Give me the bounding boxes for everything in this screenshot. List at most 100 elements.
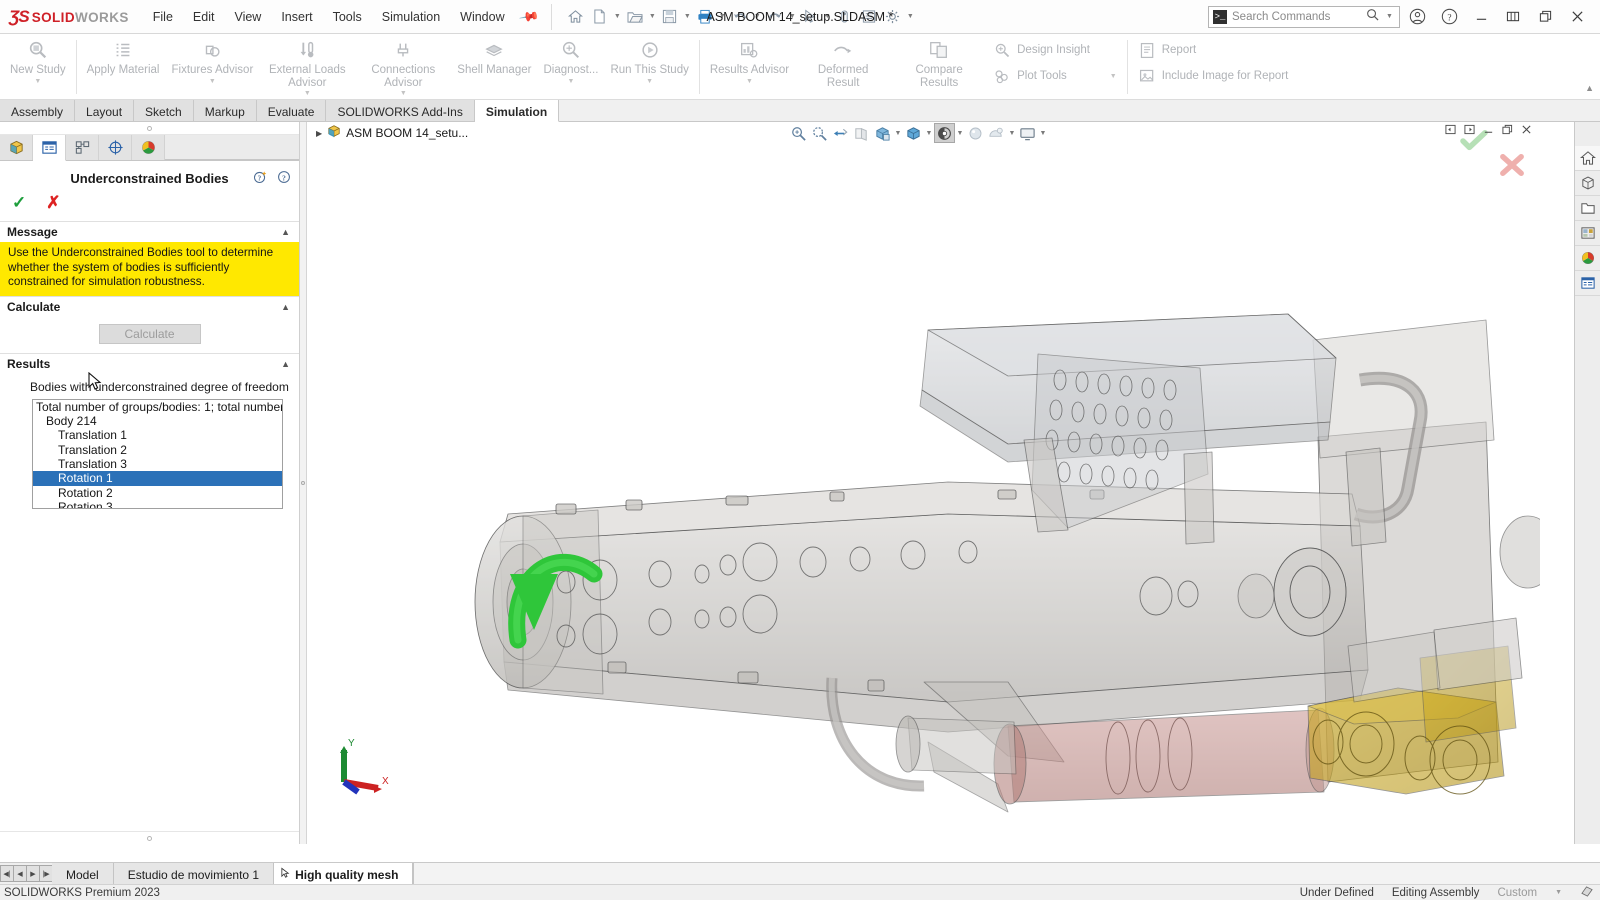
- list-item[interactable]: Total number of groups/bodies: 1; total …: [33, 400, 282, 414]
- panel-bottom-grip[interactable]: [0, 831, 299, 844]
- ribbon-results-advisor[interactable]: Results Advisor ▼: [704, 34, 795, 85]
- panel-splitter[interactable]: [300, 122, 307, 844]
- tab-evaluate[interactable]: Evaluate: [257, 100, 327, 121]
- search-input[interactable]: Search Commands: [1232, 11, 1361, 23]
- ribbon-shell-manager[interactable]: Shell Manager: [451, 34, 537, 77]
- list-item[interactable]: Translation 2: [33, 443, 282, 457]
- taskpane-design-library[interactable]: [1575, 171, 1600, 196]
- chevron-down-icon[interactable]: ▼: [955, 130, 965, 137]
- chevron-down-icon[interactable]: ▼: [646, 78, 653, 85]
- section-header-results[interactable]: Results ▲: [0, 353, 299, 374]
- last-icon[interactable]: |▶: [39, 865, 53, 882]
- calculate-button[interactable]: Calculate: [99, 324, 201, 344]
- print-icon[interactable]: [693, 5, 717, 29]
- flyout-feature-tree[interactable]: ▶ ASM BOOM 14_setu...: [308, 124, 468, 143]
- bottom-tab-high-quality-mesh[interactable]: High quality mesh: [274, 863, 413, 884]
- ribbon-diagnostics[interactable]: Diagnost... ▼: [537, 34, 604, 85]
- chevron-down-icon[interactable]: ▼: [567, 78, 574, 85]
- list-item-selected[interactable]: Rotation 1: [33, 471, 282, 485]
- chevron-down-icon[interactable]: ▼: [1110, 73, 1117, 80]
- ribbon-deformed-result[interactable]: Deformed Result: [795, 34, 891, 89]
- cancel-x-icon[interactable]: ✗: [46, 193, 60, 213]
- measure-icon[interactable]: [833, 5, 857, 29]
- tab-markup[interactable]: Markup: [194, 100, 257, 121]
- chevron-down-icon[interactable]: ▼: [717, 13, 728, 20]
- whats-new-help-icon[interactable]: ?: [253, 170, 267, 187]
- chevron-up-icon[interactable]: ▲: [281, 359, 290, 369]
- first-icon[interactable]: ◀|: [0, 865, 14, 882]
- ribbon-include-image-for-report[interactable]: Include Image for Report: [1132, 63, 1295, 89]
- rebuild-icon[interactable]: [857, 5, 881, 29]
- section-header-message[interactable]: Message ▲: [0, 221, 299, 242]
- menu-edit[interactable]: Edit: [183, 6, 225, 28]
- ribbon-plot-tools[interactable]: Plot Tools ▼: [987, 63, 1123, 89]
- taskpane-solidworks-resources[interactable]: [1575, 146, 1600, 171]
- ribbon-report[interactable]: Report: [1132, 37, 1295, 63]
- ribbon-apply-material[interactable]: Apply Material: [81, 34, 166, 77]
- search-commands-box[interactable]: >_ Search Commands ▼: [1208, 6, 1400, 28]
- ribbon-new-study[interactable]: New Study ▼: [4, 34, 72, 85]
- tab-simulation[interactable]: Simulation: [475, 100, 559, 122]
- close-icon[interactable]: [1562, 2, 1592, 32]
- chevron-down-icon[interactable]: ▼: [209, 78, 216, 85]
- bottom-tab-model[interactable]: Model: [52, 863, 114, 884]
- list-item[interactable]: Body 214: [33, 414, 282, 428]
- list-item[interactable]: Translation 1: [33, 428, 282, 442]
- view-section-view[interactable]: [851, 123, 872, 143]
- view-edit-appearance[interactable]: [965, 123, 986, 143]
- account-circle-icon[interactable]: [1402, 2, 1432, 32]
- tab-solidworks-add-ins[interactable]: SOLIDWORKS Add-Ins: [326, 100, 474, 121]
- chevron-down-icon[interactable]: ▼: [304, 90, 311, 97]
- chevron-down-icon[interactable]: ▼: [822, 13, 833, 20]
- minimize-icon[interactable]: [1466, 2, 1496, 32]
- panel-tab-display-manager[interactable]: [132, 135, 165, 160]
- ribbon-compare-results[interactable]: Compare Results: [891, 34, 987, 89]
- view-apply-scene[interactable]: [986, 123, 1007, 143]
- view-hide-show-items[interactable]: [934, 123, 955, 143]
- assembly-3d-model[interactable]: Y X: [308, 122, 1540, 844]
- list-item[interactable]: Rotation 2: [33, 486, 282, 500]
- doc-window-restore-left[interactable]: [1445, 124, 1456, 138]
- panel-tab-configuration-manager[interactable]: [66, 135, 99, 160]
- status-units[interactable]: Custom: [1497, 887, 1537, 899]
- redo-icon[interactable]: [763, 5, 787, 29]
- menu-simulation[interactable]: Simulation: [372, 6, 450, 28]
- doc-window-restore-right[interactable]: [1464, 124, 1475, 138]
- bottom-tab-motion-study-1[interactable]: Estudio de movimiento 1: [114, 863, 274, 884]
- tab-layout[interactable]: Layout: [75, 100, 134, 121]
- pushpin-icon[interactable]: 📌: [518, 5, 540, 27]
- search-icon[interactable]: [1366, 8, 1379, 26]
- undo-icon[interactable]: [728, 5, 752, 29]
- ribbon-connections-advisor[interactable]: Connections Advisor ▼: [355, 34, 451, 97]
- chevron-down-icon[interactable]: ▼: [1007, 130, 1017, 137]
- chevron-right-icon[interactable]: ▶: [316, 129, 322, 138]
- menu-file[interactable]: File: [143, 6, 183, 28]
- chevron-down-icon[interactable]: ▼: [1038, 130, 1048, 137]
- save-icon[interactable]: [658, 5, 682, 29]
- chevron-down-icon[interactable]: ▼: [1555, 889, 1562, 896]
- panel-top-grip[interactable]: [0, 122, 299, 135]
- menu-insert[interactable]: Insert: [271, 6, 322, 28]
- confirm-cancel-icon[interactable]: [1500, 154, 1524, 181]
- view-previous-view[interactable]: [830, 123, 851, 143]
- taskpane-custom-properties[interactable]: [1575, 271, 1600, 296]
- chevron-down-icon[interactable]: ▼: [34, 78, 41, 85]
- next-icon[interactable]: ▶: [26, 865, 40, 882]
- chevron-down-icon[interactable]: ▼: [752, 13, 763, 20]
- chevron-down-icon[interactable]: ▼: [924, 130, 934, 137]
- list-item[interactable]: Rotation 3: [33, 500, 282, 508]
- list-item[interactable]: Translation 3: [33, 457, 282, 471]
- restore-window-icon[interactable]: [1498, 2, 1528, 32]
- taskpane-view-palette[interactable]: [1575, 221, 1600, 246]
- chevron-down-icon[interactable]: ▼: [682, 13, 693, 20]
- tab-assembly[interactable]: Assembly: [0, 100, 75, 121]
- ribbon-design-insight[interactable]: Design Insight: [987, 37, 1123, 63]
- chevron-down-icon[interactable]: ▼: [787, 13, 798, 20]
- help-circle-icon[interactable]: ?: [277, 170, 291, 187]
- section-header-calculate[interactable]: Calculate ▲: [0, 296, 299, 317]
- chevron-up-icon[interactable]: ▲: [281, 227, 290, 237]
- doc-window-restore[interactable]: [1502, 124, 1513, 138]
- ribbon-external-loads-advisor[interactable]: External Loads Advisor ▼: [259, 34, 355, 97]
- chevron-down-icon[interactable]: ▼: [1384, 13, 1395, 20]
- view-zoom-to-area[interactable]: [809, 123, 830, 143]
